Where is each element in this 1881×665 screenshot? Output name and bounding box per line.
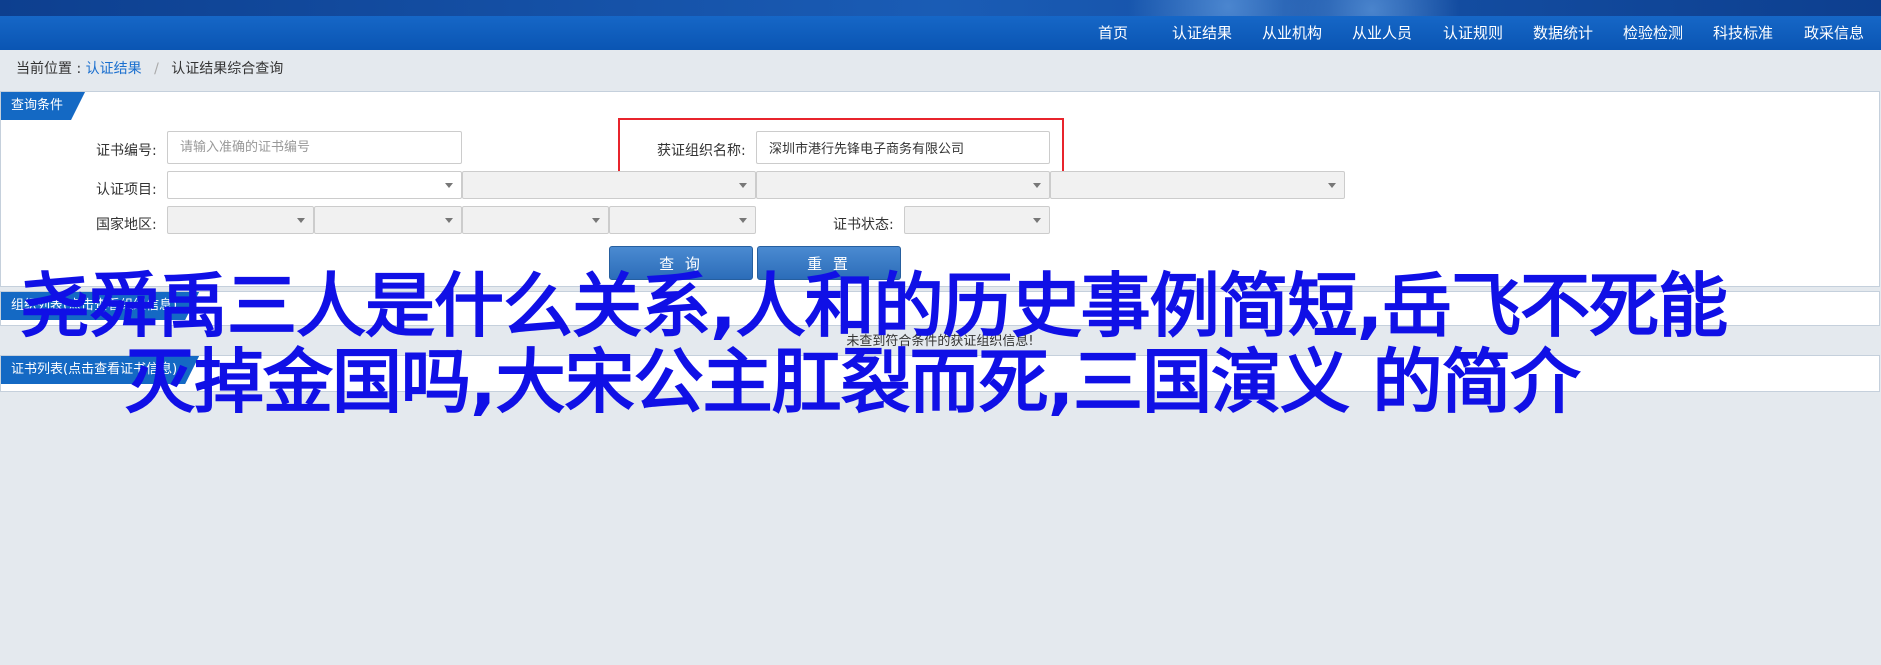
chevron-down-icon [1033,183,1041,188]
cert-item-select-3[interactable] [756,171,1050,199]
cert-item-label: 认证项目: [96,182,157,198]
region-label: 国家地区: [96,217,157,233]
nav-item-home[interactable]: 首页 [1098,16,1128,50]
nav-item-personnel[interactable]: 从业人员 [1352,16,1412,50]
chevron-down-icon [739,218,747,223]
nav-item-cert-rules[interactable]: 认证规则 [1443,16,1503,50]
overlay-text-line-1: 尧舜禹三人是什么关系,人和的历史事例简短,岳飞不死能 [20,265,1728,347]
query-panel-tab: 查询条件 [1,92,85,120]
chevron-down-icon [297,218,305,223]
org-name-input[interactable] [756,131,1050,164]
cert-status-select[interactable] [904,206,1050,234]
breadcrumb-link[interactable]: 认证结果 [86,61,142,77]
chevron-down-icon [1033,218,1041,223]
chevron-down-icon [739,183,747,188]
overlay-text-line-2: 灭掉金国吗,大宋公主肛裂而死,三国演义 的简介 [125,341,1581,423]
region-select-4[interactable] [609,206,756,234]
nav-item-cert-results[interactable]: 认证结果 [1172,16,1232,50]
breadcrumb-prefix: 当前位置 : [16,61,82,77]
cert-item-select-2[interactable] [462,171,756,199]
cert-number-input[interactable] [167,131,462,164]
banner-decoration [1120,0,1480,16]
region-select-2[interactable] [314,206,462,234]
nav-item-institutions[interactable]: 从业机构 [1262,16,1322,50]
cert-number-label: 证书编号: [96,143,157,159]
chevron-down-icon [445,218,453,223]
main-navbar: 首页 认证结果 从业机构 从业人员 认证规则 数据统计 检验检测 科技标准 政采… [0,16,1881,50]
chevron-down-icon [1328,183,1336,188]
top-banner [0,0,1881,16]
chevron-down-icon [592,218,600,223]
org-name-label: 获证组织名称: [657,143,746,159]
region-select-3[interactable] [462,206,609,234]
breadcrumb-separator: / [154,61,159,77]
breadcrumb: 当前位置 : 认证结果 / 认证结果综合查询 [16,58,283,78]
nav-item-inspection[interactable]: 检验检测 [1623,16,1683,50]
chevron-down-icon [445,183,453,188]
cert-item-select-1[interactable] [167,171,462,199]
cert-status-label: 证书状态: [833,217,894,233]
nav-item-tech-standards[interactable]: 科技标准 [1713,16,1773,50]
cert-item-select-4[interactable] [1050,171,1345,199]
nav-item-procurement[interactable]: 政采信息 [1804,16,1864,50]
breadcrumb-current: 认证结果综合查询 [171,61,284,77]
region-select-1[interactable] [167,206,314,234]
nav-item-statistics[interactable]: 数据统计 [1533,16,1593,50]
